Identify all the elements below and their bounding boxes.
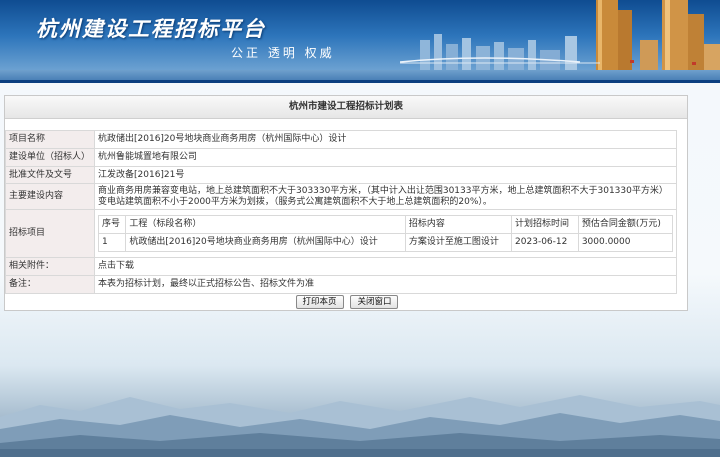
mountain-landscape-illustration <box>0 395 720 457</box>
builder-value: 杭州鲁能城置地有限公司 <box>94 148 677 167</box>
items-label: 招标项目 <box>5 209 95 258</box>
attachments-cell: 点击下载 <box>94 257 677 276</box>
approval-label: 批准文件及文号 <box>5 166 95 184</box>
close-window-button[interactable]: 关闭窗口 <box>350 295 399 309</box>
project-name-label: 项目名称 <box>5 130 95 149</box>
content-value: 商业商务用房兼容变电站，地上总建筑面积不大于303330平方米，（其中计入出让范… <box>94 183 677 210</box>
items-cell: 序号 工程（标段名称） 招标内容 计划招标时间 预估合同金额(万元) 1 杭政储… <box>94 209 677 258</box>
remark-label: 备注： <box>5 275 95 294</box>
table-row: 项目名称 杭政储出[2016]20号地块商业商务用房（杭州国际中心）设计 <box>5 130 677 149</box>
bid-items-header-row: 序号 工程（标段名称） 招标内容 计划招标时间 预估合同金额(万元) <box>97 215 674 234</box>
col-header-amount: 预估合同金额(万元) <box>577 215 674 234</box>
site-slogan: 公正 透明 权威 <box>231 46 335 60</box>
col-header-content: 招标内容 <box>404 215 513 234</box>
table-row: 批准文件及文号 江发改备[2016]21号 <box>5 166 677 184</box>
approval-value: 江发改备[2016]21号 <box>94 166 677 184</box>
bid-item-content: 方案设计至施工图设计 <box>404 233 513 252</box>
table-row: 建设单位（招标人） 杭州鲁能城置地有限公司 <box>5 148 677 167</box>
remark-value: 本表为招标计划，最终以正式招标公告、招标文件为准 <box>94 275 677 294</box>
bid-plan-panel: 杭州市建设工程招标计划表 项目名称 杭政储出[2016]20号地块商业商务用房（… <box>4 95 688 311</box>
bid-item-time: 2023-06-12 <box>511 233 579 252</box>
content-label: 主要建设内容 <box>5 183 95 210</box>
action-buttons: 打印本页 关闭窗口 <box>5 295 689 309</box>
project-name-value: 杭政储出[2016]20号地块商业商务用房（杭州国际中心）设计 <box>94 130 677 149</box>
table-row: 招标项目 序号 工程（标段名称） 招标内容 计划招标时间 预估合同金额(万元) … <box>5 209 677 258</box>
col-header-name: 工程（标段名称） <box>125 215 406 234</box>
site-banner: 杭州建设工程招标平台 公正 透明 权威 <box>0 0 720 80</box>
bid-item-no: 1 <box>97 233 127 252</box>
table-row: 主要建设内容 商业商务用房兼容变电站，地上总建筑面积不大于303330平方米，（… <box>5 183 677 210</box>
banner-water <box>0 70 720 80</box>
attachments-label: 相关附件： <box>5 257 95 276</box>
builder-label: 建设单位（招标人） <box>5 148 95 167</box>
table-row: 相关附件： 点击下载 <box>5 257 677 276</box>
site-title: 杭州建设工程招标平台 <box>36 17 266 41</box>
print-button[interactable]: 打印本页 <box>295 295 344 309</box>
bid-item-row: 1 杭政储出[2016]20号地块商业商务用房（杭州国际中心）设计 方案设计至施… <box>97 233 674 252</box>
bid-item-amount: 3000.0000 <box>577 233 674 252</box>
panel-title: 杭州市建设工程招标计划表 <box>5 96 687 119</box>
bid-plan-table: 项目名称 杭政储出[2016]20号地块商业商务用房（杭州国际中心）设计 建设单… <box>5 130 677 294</box>
bid-items-table: 序号 工程（标段名称） 招标内容 计划招标时间 预估合同金额(万元) 1 杭政储… <box>97 215 674 252</box>
col-header-time: 计划招标时间 <box>511 215 579 234</box>
banner-divider <box>0 80 720 83</box>
col-header-no: 序号 <box>97 215 127 234</box>
download-link[interactable]: 点击下载 <box>98 261 134 271</box>
table-row: 备注： 本表为招标计划，最终以正式招标公告、招标文件为准 <box>5 275 677 294</box>
city-skyline-illustration <box>400 0 720 70</box>
bid-item-name: 杭政储出[2016]20号地块商业商务用房（杭州国际中心）设计 <box>125 233 406 252</box>
